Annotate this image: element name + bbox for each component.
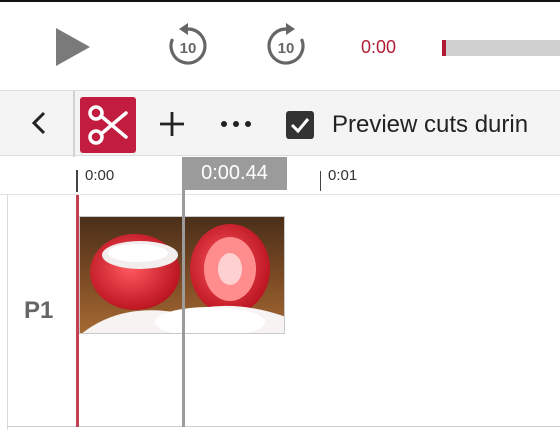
more-options-button[interactable] [214,107,258,141]
track-bottom-border [7,426,560,427]
play-icon [56,28,90,66]
chevron-left-icon [31,111,46,135]
current-time: 0:00 [361,37,397,57]
plus-icon [160,112,184,136]
ruler-label-one: 0:01 [328,167,358,184]
preview-cuts-label[interactable]: Preview cuts durin [332,111,528,139]
ruler-start-marker [76,170,78,192]
playhead-line[interactable] [182,190,185,427]
skip-forward-button[interactable]: 10 [262,22,310,70]
preview-cuts-checkbox[interactable] [284,109,316,141]
track-left-border [7,195,8,430]
skip-forward-label: 10 [278,40,295,57]
rewind-10-icon: 10 [169,23,207,65]
ruler-label-start: 0:00 [85,167,115,184]
cut-button[interactable] [80,97,136,153]
transport-bar: 10 10 0:00 [0,2,560,90]
clip-start-marker[interactable] [76,195,79,427]
playhead-time-badge[interactable]: 0:00.44 [182,157,287,190]
back-button[interactable] [24,107,56,139]
edit-toolbar: Preview cuts durin [0,90,560,157]
progress-bar[interactable] [442,40,560,56]
more-horizontal-icon [221,121,251,127]
track-label: P1 [24,297,54,324]
skip-back-button[interactable]: 10 [164,22,212,70]
forward-10-icon: 10 [267,23,305,65]
checkbox-checked-icon [286,111,314,139]
play-button[interactable] [50,26,94,68]
toolbar-divider [73,91,75,157]
progress-indicator[interactable] [442,40,446,56]
skip-back-label: 10 [180,40,197,57]
timeline-ruler[interactable]: 0:00 0:01 0:00.44 [0,157,560,195]
ruler-tick [320,171,321,191]
add-button[interactable] [152,107,192,141]
scissors-icon [88,105,128,145]
